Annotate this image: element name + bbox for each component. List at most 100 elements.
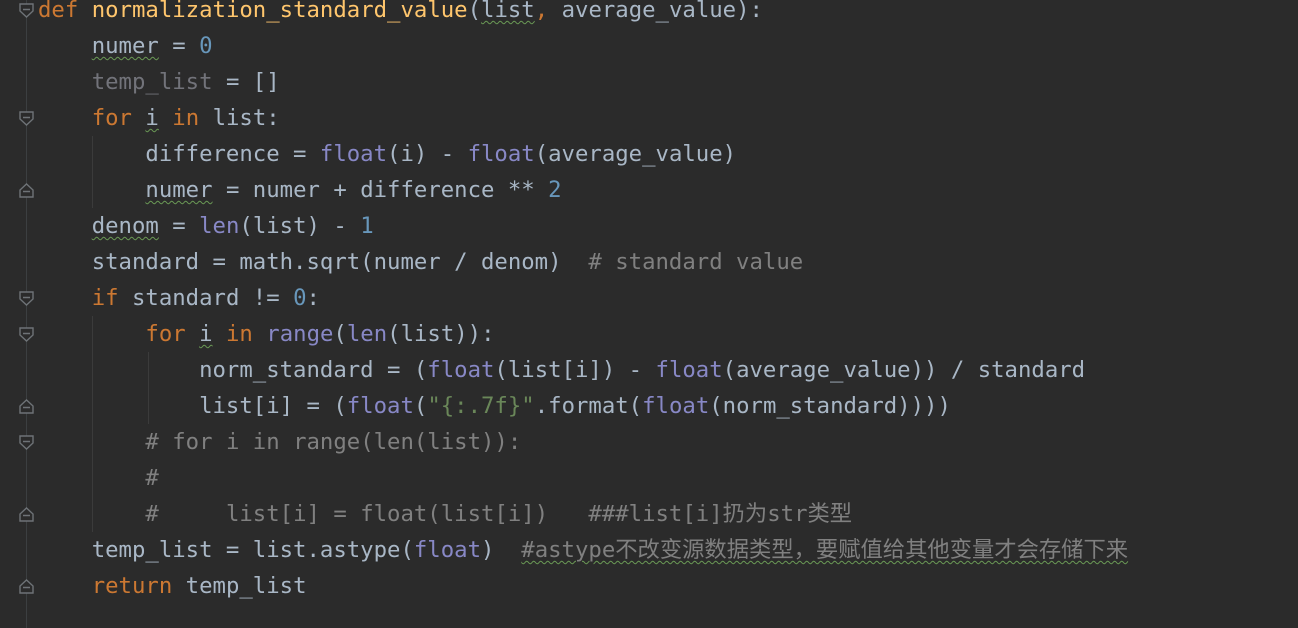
code-token: float	[642, 393, 710, 419]
code-token: # list[i] = float(list[i]) ###list[i]扔为s…	[145, 501, 853, 527]
code-token: norm_standard = (	[38, 357, 428, 383]
code-token: temp_list	[91, 69, 213, 95]
fold-close-icon[interactable]	[18, 398, 35, 415]
code-token: difference =	[38, 141, 320, 167]
code-token: (	[413, 393, 428, 419]
code-token: = []	[212, 69, 280, 95]
fold-line	[26, 0, 27, 628]
code-token: .format(	[534, 393, 643, 419]
code-token: "{:.7f}"	[427, 393, 535, 419]
code-line-7[interactable]: denom = len(list) - 1	[38, 208, 374, 244]
fold-open-icon[interactable]	[18, 326, 35, 343]
code-token: numer	[145, 177, 213, 203]
code-token: =	[158, 213, 200, 239]
code-token: list	[481, 0, 535, 23]
code-token: (list)):	[387, 321, 495, 347]
code-token: list[i] = (	[38, 393, 347, 419]
code-token: i	[199, 321, 213, 347]
code-token: denom	[91, 213, 159, 239]
code-line-3[interactable]: temp_list = []	[38, 64, 280, 100]
code-line-8[interactable]: standard = math.sqrt(numer / denom) # st…	[38, 244, 804, 280]
fold-open-icon[interactable]	[18, 110, 35, 127]
code-editor[interactable]: def normalization_standard_value(list, a…	[0, 0, 1298, 628]
code-token: float	[413, 537, 481, 563]
code-token: def	[38, 0, 79, 23]
code-line-15[interactable]: # list[i] = float(list[i]) ###list[i]扔为s…	[38, 496, 852, 532]
fold-close-icon[interactable]	[18, 506, 35, 523]
code-token: return	[91, 573, 173, 599]
code-token: standard !=	[118, 285, 294, 311]
code-token: len	[346, 321, 388, 347]
code-line-10[interactable]: for i in range(len(list)):	[38, 316, 495, 352]
fold-open-icon[interactable]	[18, 2, 35, 19]
code-line-12[interactable]: list[i] = (float("{:.7f}".format(float(n…	[38, 388, 951, 424]
code-line-11[interactable]: norm_standard = (float(list[i]) - float(…	[38, 352, 1085, 388]
code-token: (	[467, 0, 482, 23]
code-token: 2	[548, 177, 562, 203]
code-line-9[interactable]: if standard != 0:	[38, 280, 320, 316]
code-token: #	[145, 465, 159, 491]
code-line-2[interactable]: numer = 0	[38, 28, 213, 64]
code-token: :	[306, 285, 320, 311]
code-token: (list) -	[239, 213, 361, 239]
code-token: (average_value)	[534, 141, 737, 167]
fold-open-icon[interactable]	[18, 290, 35, 307]
code-token: # for i in range(len(list)):	[145, 429, 522, 455]
code-token: normalization_standard_value	[91, 0, 468, 23]
fold-close-icon[interactable]	[18, 182, 35, 199]
code-token: in	[172, 105, 200, 131]
code-line-4[interactable]: for i in list:	[38, 100, 280, 136]
code-token: average_value	[561, 0, 737, 23]
code-token: list:	[199, 105, 280, 131]
code-token: for	[145, 321, 186, 347]
code-token: i	[145, 105, 159, 131]
code-token: = numer + difference **	[212, 177, 549, 203]
code-token: float	[346, 393, 414, 419]
code-line-13[interactable]: # for i in range(len(list)):	[38, 424, 521, 460]
code-token: #astype不改变源数据类型，要赋值给其他变量才会存储下来	[521, 537, 1129, 563]
code-token: float	[467, 141, 535, 167]
code-token: =	[158, 33, 200, 59]
code-line-16[interactable]: temp_list = list.astype(float) #astype不改…	[38, 532, 1128, 568]
code-token: if	[91, 285, 119, 311]
code-token: (norm_standard))))	[709, 393, 951, 419]
fold-close-icon[interactable]	[18, 578, 35, 595]
code-token: ):	[736, 0, 763, 23]
code-token: float	[319, 141, 388, 167]
code-line-1[interactable]: def normalization_standard_value(list, a…	[38, 0, 763, 28]
code-token: in	[226, 321, 253, 347]
code-token: numer	[91, 33, 159, 59]
code-token: (average_value)) / standard	[722, 357, 1086, 383]
code-token: (	[333, 321, 347, 347]
code-token: )	[481, 537, 522, 563]
editor-gutter	[0, 0, 36, 628]
code-line-6[interactable]: numer = numer + difference ** 2	[38, 172, 562, 208]
code-token: for	[91, 105, 132, 131]
code-token: float	[427, 357, 495, 383]
code-line-17[interactable]: return temp_list	[38, 568, 307, 604]
code-token: standard = math.sqrt(numer / denom)	[38, 249, 589, 275]
fold-open-icon[interactable]	[18, 434, 35, 451]
code-token: 0	[293, 285, 307, 311]
code-line-5[interactable]: difference = float(i) - float(average_va…	[38, 136, 736, 172]
code-token: range	[266, 321, 334, 347]
code-line-14[interactable]: #	[38, 460, 159, 496]
code-token: (list[i]) -	[494, 357, 656, 383]
code-token: 0	[199, 33, 213, 59]
